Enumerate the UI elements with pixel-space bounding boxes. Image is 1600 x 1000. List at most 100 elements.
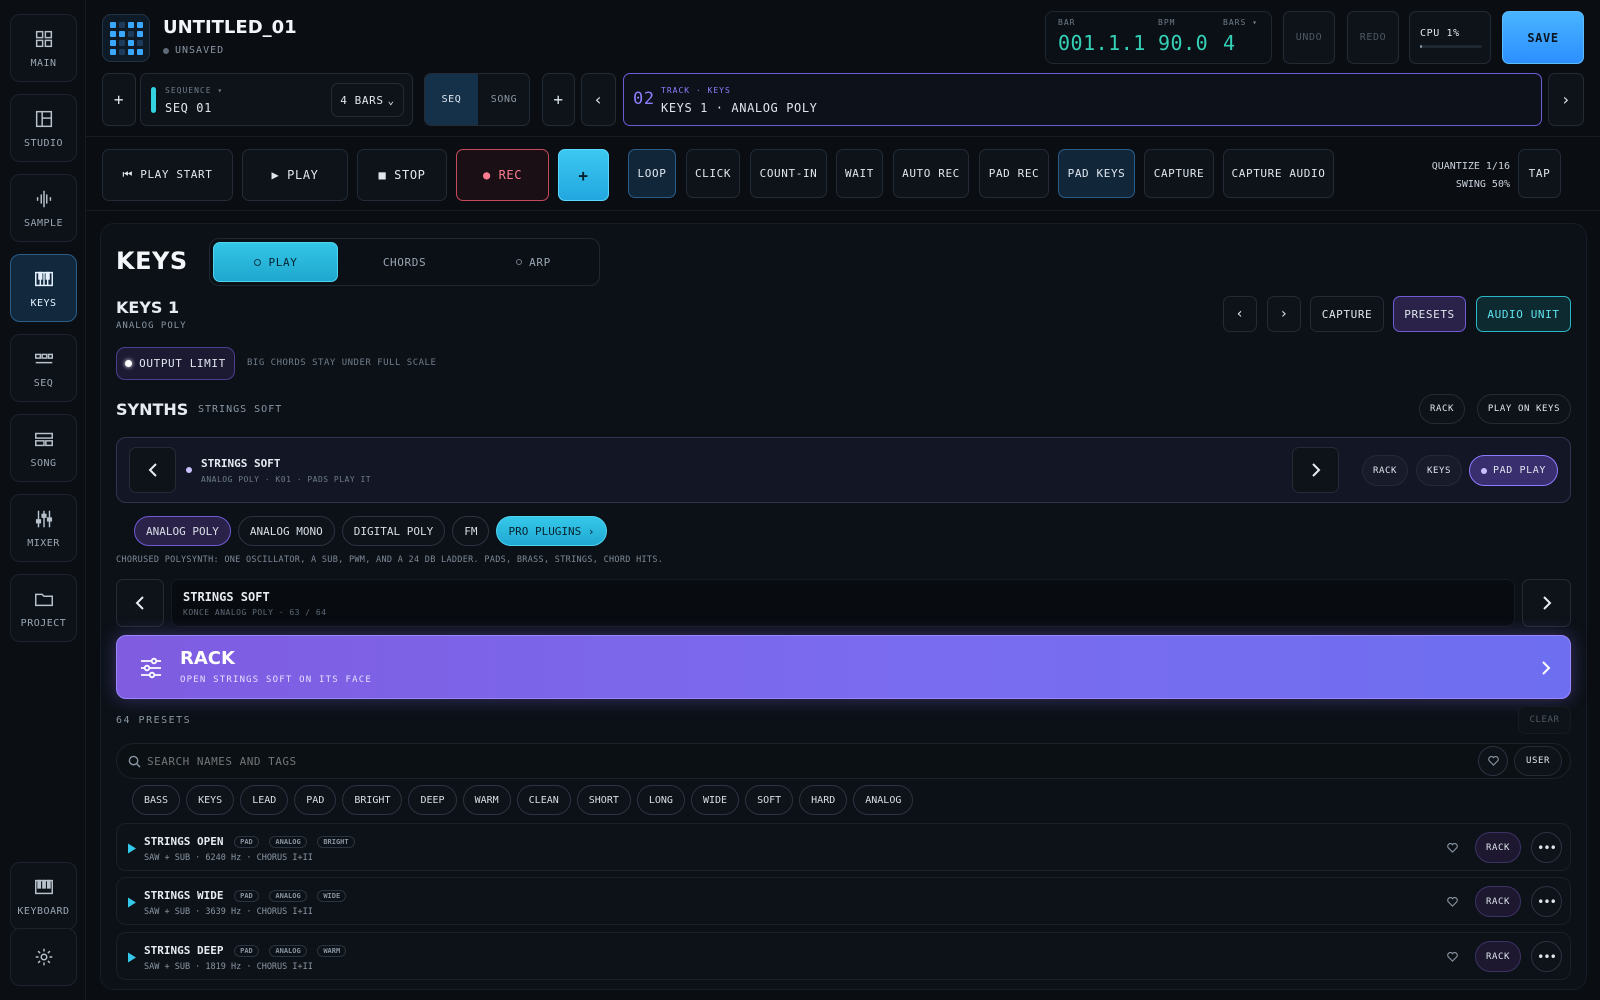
synths-rack-button[interactable]: RACK — [1419, 394, 1465, 424]
pad-play-button[interactable]: PAD PLAY — [1469, 455, 1558, 486]
slot-keys-button[interactable]: KEYS — [1416, 455, 1462, 486]
bpm-readout[interactable]: BPM 90.0 — [1158, 18, 1208, 55]
tag-bright[interactable]: BRIGHT — [342, 785, 403, 815]
add-sequence-button[interactable]: + — [102, 73, 136, 126]
loop-toggle[interactable]: LOOP — [628, 149, 676, 198]
play-on-keys-button[interactable]: PLAY ON KEYS — [1477, 394, 1571, 424]
open-rack-bar[interactable]: RACK OPEN STRINGS SOFT ON ITS FACE — [116, 635, 1571, 699]
preset-more-button[interactable]: ••• — [1531, 886, 1562, 917]
next-track-button[interactable]: › — [1548, 73, 1584, 126]
play-start-button[interactable]: ⏮ PLAY START — [102, 149, 233, 201]
tag-short[interactable]: SHORT — [576, 785, 631, 815]
next-synth-button[interactable] — [1292, 447, 1339, 493]
slot-rack-button[interactable]: RACK — [1362, 455, 1408, 486]
preset-row-detail: SAW + SUB · 1819 Hz · CHORUS I+II — [144, 962, 313, 972]
tag-lead[interactable]: LEAD — [240, 785, 289, 815]
undo-button[interactable]: UNDO — [1283, 11, 1335, 64]
preset-more-button[interactable]: ••• — [1531, 941, 1562, 972]
sidebar-item-main[interactable]: MAIN — [10, 14, 77, 82]
toggle-dot — [125, 360, 133, 367]
sidebar-item-song[interactable]: SONG — [10, 414, 77, 482]
tag-warm[interactable]: WARM — [462, 785, 511, 815]
sidebar-item-project[interactable]: PROJECT — [10, 574, 77, 642]
capture-audio-toggle[interactable]: CAPTURE AUDIO — [1223, 149, 1334, 198]
sidebar-item-sample[interactable]: SAMPLE — [10, 174, 77, 242]
sequence-selector[interactable]: SEQUENCE ▾ SEQ 01 4 BARS ⌄ — [140, 73, 413, 126]
mode-song-button[interactable]: SONG — [478, 74, 530, 125]
sidebar-keyboard-button[interactable]: KEYBOARD — [10, 862, 77, 930]
wait-toggle[interactable]: WAIT — [836, 149, 883, 198]
synth-slot[interactable] — [116, 437, 1571, 503]
engine-analog-poly[interactable]: ANALOG POLY — [134, 516, 231, 546]
record-button[interactable]: ● REC — [456, 149, 549, 201]
sidebar-item-seq[interactable]: SEQ — [10, 334, 77, 402]
preset-more-button[interactable]: ••• — [1531, 832, 1562, 863]
preset-rack-button[interactable]: RACK — [1475, 832, 1521, 863]
presets-button[interactable]: PRESETS — [1393, 296, 1466, 332]
user-filter-button[interactable]: USER — [1514, 746, 1562, 776]
pad-rec-toggle[interactable]: PAD REC — [979, 149, 1049, 198]
play-icon[interactable] — [127, 952, 137, 963]
play-icon[interactable] — [127, 897, 137, 908]
preset-rack-button[interactable]: RACK — [1475, 941, 1521, 972]
clear-button[interactable]: CLEAR — [1518, 706, 1571, 734]
prev-instrument-button[interactable]: ‹ — [1223, 296, 1257, 332]
tag-keys[interactable]: KEYS — [186, 785, 235, 815]
tab-chords[interactable]: CHORDS — [342, 242, 467, 282]
pro-plugins-button[interactable]: PRO PLUGINS › — [496, 516, 607, 546]
heart-icon[interactable] — [1447, 897, 1458, 907]
tag-bass[interactable]: BASS — [132, 785, 181, 815]
track-selector[interactable]: 02 TRACK · KEYS KEYS 1 · ANALOG POLY — [623, 73, 1542, 126]
preset-list-item[interactable]: STRINGS WIDE PAD ANALOG WIDE SAW + SUB ·… — [116, 877, 1571, 925]
next-instrument-button[interactable]: › — [1267, 296, 1301, 332]
pad-keys-toggle[interactable]: PAD KEYS — [1058, 149, 1135, 198]
tag-soft[interactable]: SOFT — [745, 785, 794, 815]
tab-arp[interactable]: ARP — [471, 242, 596, 282]
play-button[interactable]: ▶ PLAY — [242, 149, 348, 201]
bars-readout[interactable]: BARS ▾ 4 — [1223, 18, 1258, 55]
capture-toggle[interactable]: CAPTURE — [1144, 149, 1214, 198]
engine-analog-mono[interactable]: ANALOG MONO — [237, 516, 335, 546]
add-transport-button[interactable]: + — [558, 149, 609, 201]
sidebar-settings-button[interactable] — [10, 928, 77, 986]
mode-seq-button[interactable]: SEQ — [425, 74, 478, 125]
engine-fm[interactable]: FM — [452, 516, 490, 546]
click-toggle[interactable]: CLICK — [686, 149, 740, 198]
save-button[interactable]: SAVE — [1502, 11, 1584, 64]
output-limit-toggle[interactable]: OUTPUT LIMIT — [116, 347, 235, 380]
heart-icon[interactable] — [1447, 843, 1458, 853]
stop-button[interactable]: ■ STOP — [357, 149, 447, 201]
heart-icon[interactable] — [1447, 952, 1458, 962]
capture-button[interactable]: CAPTURE — [1310, 296, 1384, 332]
prev-synth-button[interactable] — [129, 447, 176, 493]
tag-deep[interactable]: DEEP — [408, 785, 457, 815]
tag-long[interactable]: LONG — [636, 785, 685, 815]
engine-digital-poly[interactable]: DIGITAL POLY — [341, 516, 446, 546]
audio-unit-button[interactable]: AUDIO UNIT — [1476, 296, 1571, 332]
auto-rec-toggle[interactable]: AUTO REC — [893, 149, 969, 198]
tag-clean[interactable]: CLEAN — [516, 785, 571, 815]
tag-pad[interactable]: PAD — [294, 785, 337, 815]
count-in-toggle[interactable]: COUNT-IN — [750, 149, 827, 198]
preset-list-item[interactable]: STRINGS DEEP PAD ANALOG WARM SAW + SUB ·… — [116, 932, 1571, 980]
preset-list-item[interactable]: STRINGS OPEN PAD ANALOG BRIGHT SAW + SUB… — [116, 823, 1571, 871]
preset-rack-button[interactable]: RACK — [1475, 886, 1521, 917]
add-track-button[interactable]: + — [542, 73, 575, 126]
redo-button[interactable]: REDO — [1347, 11, 1399, 64]
sidebar-item-studio[interactable]: STUDIO — [10, 94, 77, 162]
quantize-swing-readout[interactable]: QUANTIZE 1/16 SWING 50% — [1400, 158, 1510, 194]
tab-play[interactable]: PLAY — [213, 242, 338, 282]
search-input[interactable] — [147, 750, 1407, 772]
next-preset-button[interactable] — [1522, 579, 1571, 627]
bars-length-select[interactable]: 4 BARS ⌄ — [331, 83, 404, 117]
prev-track-button[interactable]: ‹ — [581, 73, 616, 126]
favorites-filter-button[interactable] — [1478, 746, 1508, 776]
tap-tempo-button[interactable]: TAP — [1518, 149, 1561, 198]
tag-analog[interactable]: ANALOG — [853, 785, 914, 815]
play-icon[interactable] — [127, 843, 137, 854]
sidebar-item-mixer[interactable]: MIXER — [10, 494, 77, 562]
tag-hard[interactable]: HARD — [799, 785, 848, 815]
sidebar-item-keys[interactable]: KEYS — [10, 254, 77, 322]
prev-preset-button[interactable] — [116, 579, 164, 627]
tag-wide[interactable]: WIDE — [690, 785, 740, 815]
